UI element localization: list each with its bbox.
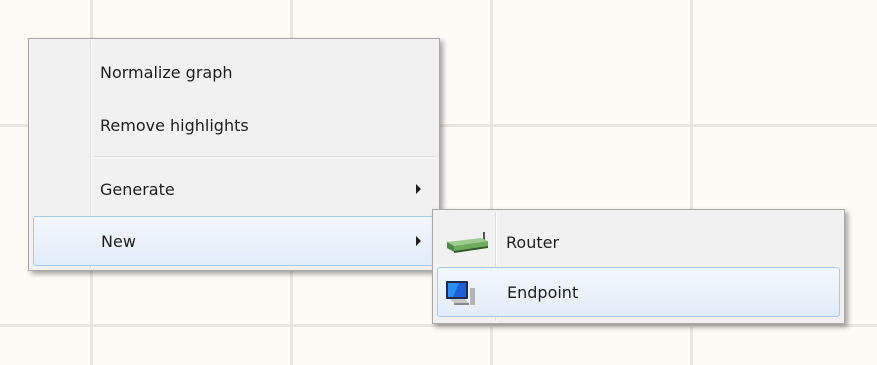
menu-item-router[interactable]: Router [436,218,840,266]
grid-line [0,324,877,327]
submenu-arrow-icon [416,236,421,246]
menu-item-label: Endpoint [507,282,579,302]
menu-item-label: Generate [100,179,175,199]
router-icon [444,232,490,258]
menu-item-endpoint[interactable]: Endpoint [437,267,840,317]
submenu-arrow-icon [416,184,421,194]
menu-item-label: Remove highlights [100,115,249,135]
menu-separator [94,156,436,158]
menu-item-normalize-graph[interactable]: Normalize graph [32,54,436,90]
menu-item-label: Normalize graph [100,62,233,82]
menu-item-new[interactable]: New [33,216,436,266]
new-submenu: Router Endpoint [432,209,845,324]
computer-icon [445,280,477,312]
menu-item-generate[interactable]: Generate [32,171,436,207]
menu-item-label: New [101,231,136,251]
menu-item-remove-highlights[interactable]: Remove highlights [32,107,436,143]
context-menu: Normalize graph Remove highlights Genera… [28,38,440,271]
menu-item-label: Router [506,232,560,252]
